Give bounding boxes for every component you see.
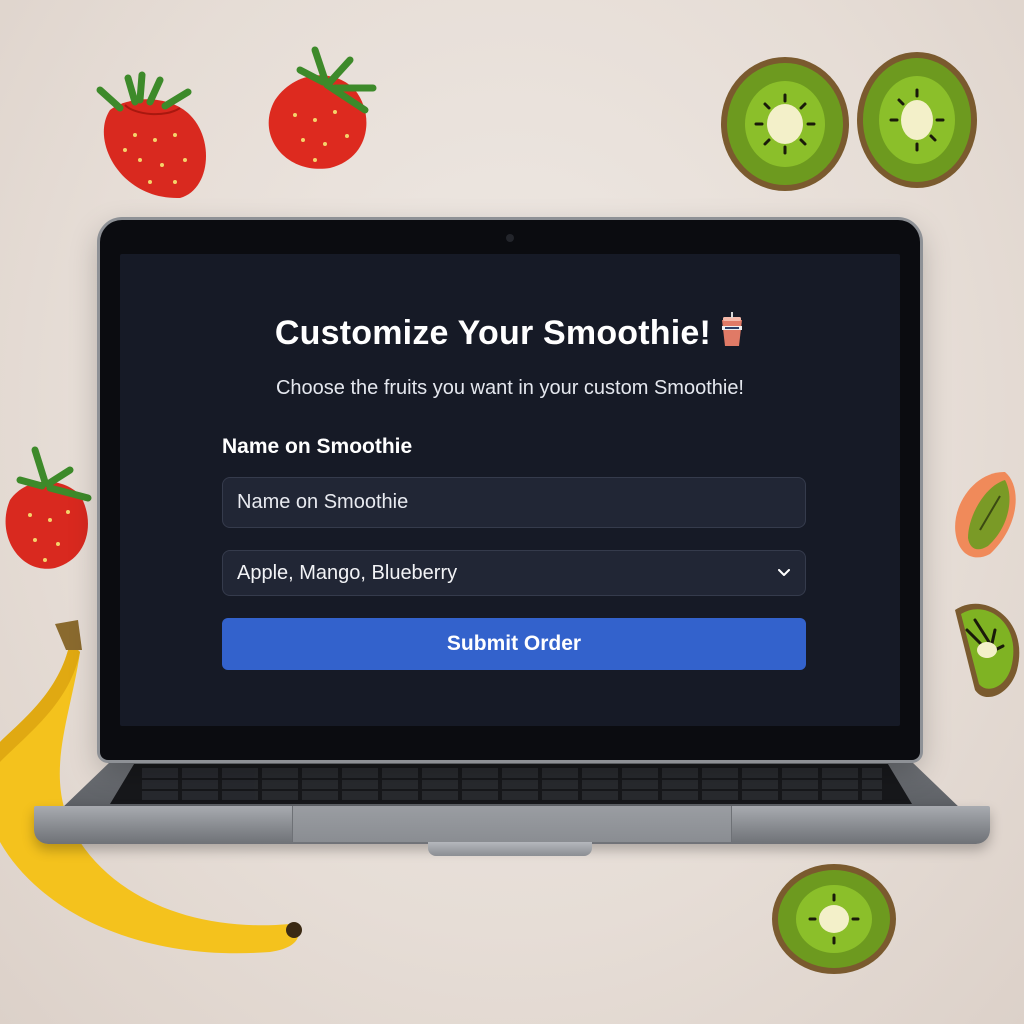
chevron-down-icon — [777, 566, 791, 580]
smoothie-cup-icon — [719, 312, 745, 357]
strawberry-image — [268, 46, 377, 169]
laptop-keyboard — [110, 764, 912, 804]
page-subtitle: Choose the fruits you want in your custo… — [275, 377, 744, 399]
submit-order-button[interactable]: Submit Order — [222, 618, 806, 670]
smoothie-name-input[interactable] — [222, 477, 806, 528]
kiwi-slice-image — [857, 52, 977, 188]
laptop-trackpad — [292, 806, 732, 842]
keyboard-keys — [140, 768, 882, 800]
strawberry-image — [5, 446, 92, 569]
fruit-select[interactable]: Apple, Mango, Blueberry — [222, 550, 806, 596]
webcam — [506, 234, 514, 242]
page-title-text: Customize Your Smoothie! — [274, 314, 712, 352]
page-title: Customize Your Smoothie! — [120, 312, 900, 357]
name-field-label: Name on Smoothie — [222, 435, 413, 458]
kiwi-slice-image — [772, 864, 896, 974]
fruit-select-value: Apple, Mango, Blueberry — [237, 561, 458, 584]
kiwi-slice-image — [955, 603, 1020, 698]
kiwi-slice-image — [721, 57, 849, 191]
laptop-lid-notch — [428, 842, 592, 856]
peach-slice-image — [955, 471, 1016, 558]
strawberry-image — [96, 71, 207, 199]
